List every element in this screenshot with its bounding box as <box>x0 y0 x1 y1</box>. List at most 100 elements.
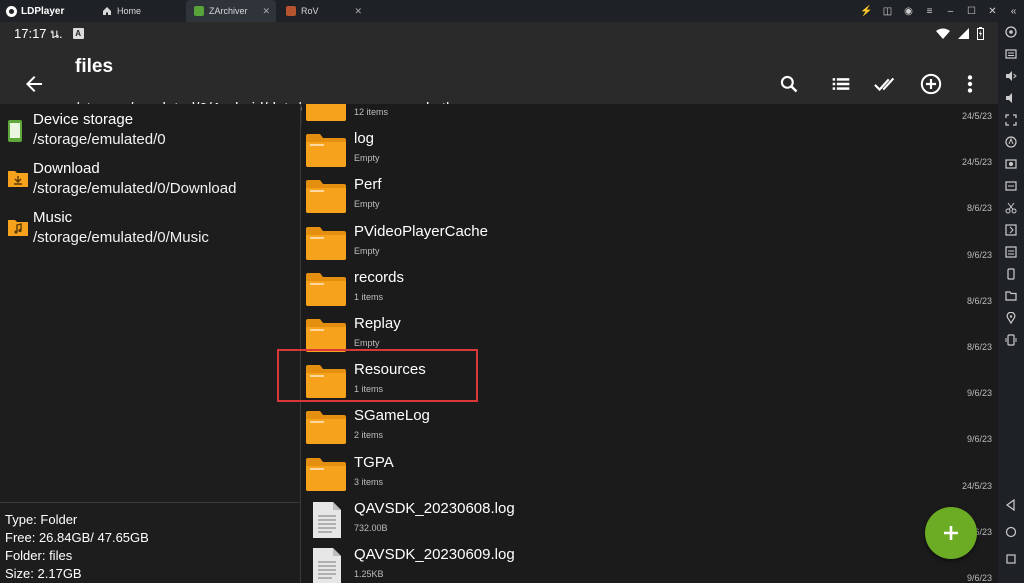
file-name: QAVSDK_20230608.log <box>354 499 515 517</box>
folder-row[interactable]: 12 items 24/5/23 <box>302 104 998 126</box>
minimize-icon[interactable]: – <box>940 0 961 22</box>
collapse-sidebar-icon[interactable]: « <box>1003 0 1024 22</box>
keyboard-icon[interactable] <box>998 44 1024 64</box>
folder-row[interactable]: Perf Empty 8/6/23 <box>302 172 998 218</box>
folder-row[interactable]: Resources 1 items 9/6/23 <box>302 357 998 403</box>
signal-icon <box>958 27 969 39</box>
file-meta: 732.00B <box>354 522 388 533</box>
settings-icon[interactable] <box>998 22 1024 42</box>
folder-row[interactable]: SGameLog 2 items 9/6/23 <box>302 403 998 449</box>
overflow-menu-button[interactable] <box>957 71 983 97</box>
folder-row[interactable]: TGPA 3 items 24/5/23 <box>302 450 998 496</box>
folder-row[interactable]: PVideoPlayerCache Empty 9/6/23 <box>302 219 998 265</box>
folder-icon <box>304 178 348 219</box>
device-storage-icon <box>8 120 22 142</box>
add-circle-icon <box>920 73 942 95</box>
gamepad-icon[interactable]: ◫ <box>877 0 898 22</box>
tab-home-label: Home <box>117 6 142 16</box>
emulator-titlebar: LDPlayer Home ZArchiver ✕ RoV ✕ ⚡ ◫ ◉ ≡ … <box>0 0 1024 22</box>
nav-recents-icon[interactable] <box>998 549 1024 569</box>
back-arrow-icon[interactable] <box>22 72 46 96</box>
folder-row[interactable]: log Empty 24/5/23 <box>302 126 998 172</box>
page-title: files <box>75 56 114 77</box>
file-date: 8/6/23 <box>966 342 992 352</box>
file-name: SGameLog <box>354 407 430 425</box>
file-meta: 2 items <box>354 430 384 441</box>
file-meta: Empty <box>354 199 380 210</box>
rotate-icon[interactable] <box>998 330 1024 350</box>
folder-icon <box>304 225 348 266</box>
close-window-icon[interactable]: ✕ <box>982 0 1003 22</box>
tab-home[interactable]: Home <box>96 0 184 22</box>
volume-down-icon[interactable] <box>998 88 1024 108</box>
file-name: TGPA <box>354 453 394 471</box>
file-date: 24/5/23 <box>961 157 992 168</box>
folder-icon <box>304 271 348 312</box>
more-vertical-icon <box>967 75 973 93</box>
location-name: Device storage <box>33 111 134 128</box>
screenshot-icon[interactable] <box>998 154 1024 174</box>
home-icon <box>103 7 111 15</box>
list-icon <box>832 78 850 90</box>
file-name: records <box>354 268 405 286</box>
shake-icon[interactable] <box>998 264 1024 284</box>
location-path: /storage/emulated/0/Download <box>33 180 237 197</box>
file-date: 8/6/23 <box>966 203 992 214</box>
location-name: Music <box>33 209 73 226</box>
brand-label: LDPlayer <box>21 5 65 17</box>
file-meta: 3 items <box>354 476 384 487</box>
file-row[interactable]: QAVSDK_20230608.log 732.00B 9/6/23 <box>302 496 998 542</box>
close-tab-icon[interactable]: ✕ <box>262 6 270 17</box>
script-icon[interactable] <box>998 132 1024 152</box>
search-icon <box>780 75 798 93</box>
file-list: 12 items 24/5/23 log Empty 24/5/23 Perf Empty 8… <box>302 104 998 583</box>
sync-icon[interactable] <box>998 220 1024 240</box>
folder-row[interactable]: records 1 items 8/6/23 <box>302 265 998 311</box>
location-pin-icon[interactable] <box>998 308 1024 328</box>
file-meta: Empty <box>354 153 380 164</box>
tab-zarchiver[interactable]: ZArchiver ✕ <box>186 0 276 22</box>
location-name: Download <box>33 160 100 177</box>
file-row[interactable]: QAVSDK_20230609.log 1.25KB 9/6/23 <box>302 542 998 583</box>
lightning-icon[interactable]: ⚡ <box>856 0 877 22</box>
apk-icon[interactable] <box>998 242 1024 262</box>
folder-icon[interactable] <box>998 286 1024 306</box>
file-date: 9/6/23 <box>966 249 992 260</box>
info-size: Size: 2.17GB <box>5 566 82 581</box>
maximize-icon[interactable]: ☐ <box>961 0 982 22</box>
file-date: 9/6/23 <box>966 388 992 399</box>
add-button[interactable] <box>918 71 944 97</box>
folder-row[interactable]: Replay Empty 8/6/23 <box>302 311 998 357</box>
location-music[interactable]: Music /storage/emulated/0/Music <box>0 207 300 255</box>
menu-icon[interactable]: ≡ <box>919 0 940 22</box>
text-file-icon <box>304 501 348 543</box>
file-date: 24/5/23 <box>961 111 992 121</box>
file-name: PVideoPlayerCache <box>354 222 488 240</box>
folder-icon <box>304 317 348 358</box>
tab-rov[interactable]: RoV ✕ <box>278 0 368 22</box>
search-button[interactable] <box>776 71 802 97</box>
list-view-button[interactable] <box>828 71 854 97</box>
close-tab-icon[interactable]: ✕ <box>354 6 362 17</box>
ldplayer-brand: LDPlayer <box>0 5 96 17</box>
nav-home-icon[interactable] <box>998 522 1024 542</box>
file-date: 9/6/23 <box>966 434 992 445</box>
record-icon[interactable] <box>998 176 1024 196</box>
file-meta: Empty <box>354 245 380 256</box>
file-meta: 1.25KB <box>354 569 384 579</box>
volume-up-icon[interactable] <box>998 66 1024 86</box>
fullscreen-icon[interactable] <box>998 110 1024 130</box>
multi-select-button[interactable] <box>873 71 899 97</box>
ldplayer-logo-icon <box>6 5 17 17</box>
folder-icon <box>304 456 348 497</box>
account-icon[interactable]: ◉ <box>898 0 919 22</box>
scissors-icon[interactable] <box>998 198 1024 218</box>
location-device-storage[interactable]: Device storage /storage/emulated/0 <box>0 109 300 157</box>
file-date: 24/5/23 <box>961 480 992 491</box>
nav-back-icon[interactable] <box>998 495 1024 515</box>
battery-icon <box>977 26 984 40</box>
location-download[interactable]: Download /storage/emulated/0/Download <box>0 158 300 206</box>
status-bar: 17:17 น. A <box>0 22 998 44</box>
file-meta: Empty <box>354 338 380 348</box>
add-fab-button[interactable] <box>925 507 977 559</box>
